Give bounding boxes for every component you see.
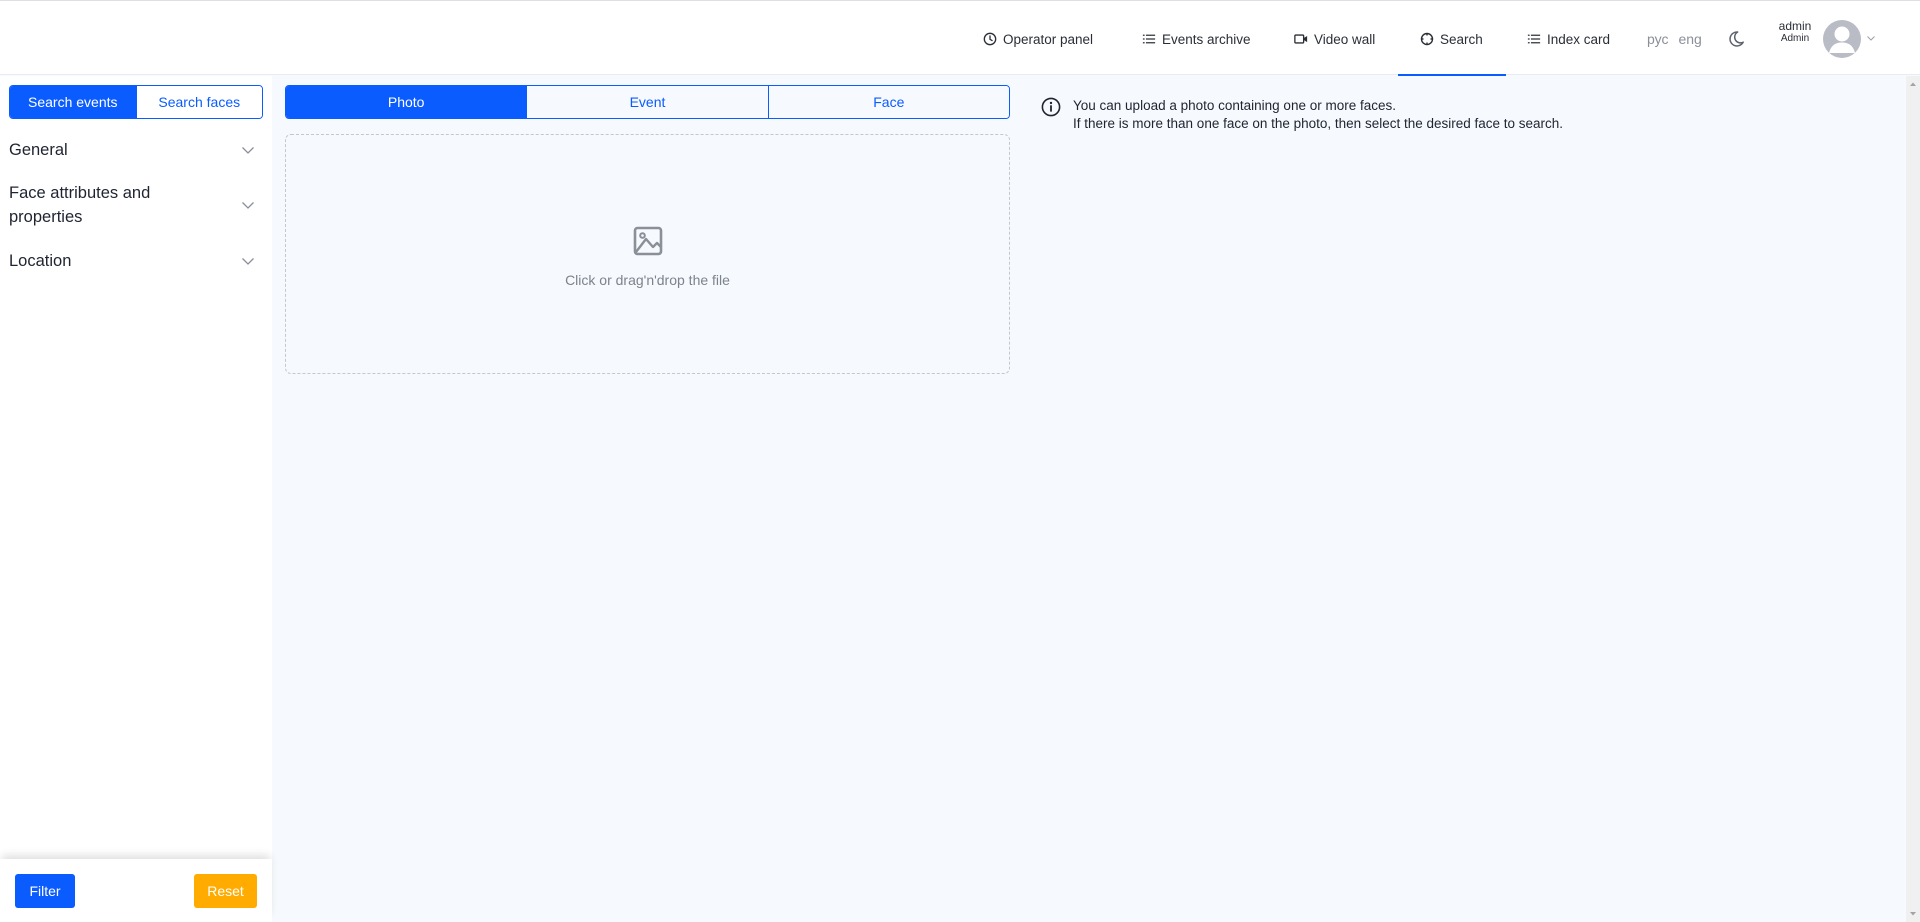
search-mode-tabs: Search events Search faces xyxy=(9,85,263,119)
section-face-attributes-label: Face attributes and properties xyxy=(9,184,151,226)
tab-face[interactable]: Face xyxy=(767,86,1009,118)
nav-events-archive[interactable]: Events archive xyxy=(1142,2,1251,76)
moon-icon[interactable] xyxy=(1727,30,1745,48)
nav-video-wall-label: Video wall xyxy=(1314,31,1376,47)
top-navigation-bar: Operator panel Events archive Video wall… xyxy=(0,0,1920,76)
tab-event[interactable]: Event xyxy=(526,86,768,118)
language-en[interactable]: eng xyxy=(1678,31,1701,47)
nav-operator-panel-label: Operator panel xyxy=(1003,31,1094,47)
filter-sidebar: Search events Search faces General Face … xyxy=(0,76,272,922)
user-info[interactable]: admin Admin xyxy=(1770,19,1820,45)
section-general-label: General xyxy=(9,141,68,159)
user-name: admin xyxy=(1778,19,1812,33)
nav-video-wall[interactable]: Video wall xyxy=(1294,2,1375,76)
video-camera-icon xyxy=(1294,34,1308,44)
filter-button[interactable]: Filter xyxy=(15,874,75,908)
nav-search-label: Search xyxy=(1440,31,1483,47)
scroll-down-arrow-icon[interactable] xyxy=(1909,910,1917,918)
reset-button[interactable]: Reset xyxy=(194,874,257,908)
photo-upload-dropzone[interactable]: Click or drag'n'drop the file xyxy=(285,134,1010,374)
language-ru[interactable]: рус xyxy=(1647,31,1668,47)
sidebar-footer: Filter Reset xyxy=(0,859,272,922)
chevron-down-icon xyxy=(242,258,254,265)
nav-operator-panel[interactable]: Operator panel xyxy=(983,2,1093,76)
chevron-down-icon xyxy=(242,147,254,154)
upload-instructions-line-2: If there is more than one face on the ph… xyxy=(1073,116,1564,131)
search-target-icon xyxy=(1420,32,1434,46)
nav-index-card-label: Index card xyxy=(1547,31,1611,47)
section-general[interactable]: General xyxy=(9,138,263,162)
chevron-down-icon xyxy=(242,202,254,209)
image-icon xyxy=(633,226,663,256)
dropzone-hint: Click or drag'n'drop the file xyxy=(565,272,730,288)
nav-search[interactable]: Search xyxy=(1398,2,1506,76)
tab-search-events[interactable]: Search events xyxy=(10,86,136,118)
list-icon xyxy=(1527,34,1541,44)
tab-photo[interactable]: Photo xyxy=(286,86,527,118)
section-location-label: Location xyxy=(9,252,72,270)
vertical-scrollbar[interactable] xyxy=(1906,76,1920,922)
clock-icon xyxy=(983,32,997,46)
tab-search-faces[interactable]: Search faces xyxy=(135,86,262,118)
upload-instructions: You can upload a photo containing one or… xyxy=(1073,97,1563,133)
nav-index-card[interactable]: Index card xyxy=(1527,2,1610,76)
section-face-attributes[interactable]: Face attributes and properties xyxy=(9,181,263,229)
upload-instructions-line-1: You can upload a photo containing one or… xyxy=(1073,98,1396,113)
scroll-up-arrow-icon[interactable] xyxy=(1909,80,1917,88)
info-icon xyxy=(1041,97,1061,117)
nav-events-archive-label: Events archive xyxy=(1162,31,1251,47)
user-role: Admin xyxy=(1780,33,1810,45)
list-icon xyxy=(1142,34,1156,44)
section-location[interactable]: Location xyxy=(9,249,263,273)
user-silhouette-icon xyxy=(1829,26,1855,53)
chevron-down-icon[interactable] xyxy=(1866,33,1876,43)
search-source-tabs: Photo Event Face xyxy=(285,85,1010,119)
avatar[interactable] xyxy=(1823,20,1861,58)
language-switcher: рус eng xyxy=(1647,2,1702,76)
